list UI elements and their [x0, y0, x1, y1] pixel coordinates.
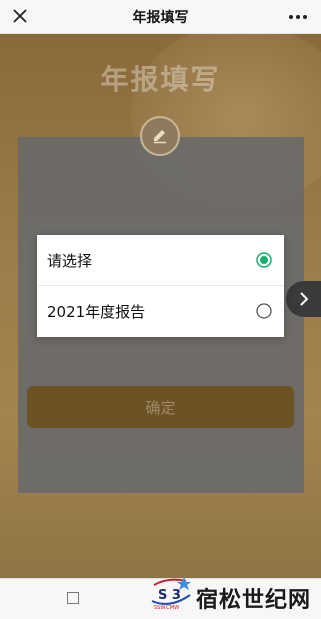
top-nav-bar: 年报填写	[0, 0, 321, 34]
next-button[interactable]	[286, 281, 321, 317]
option-label: 2021年度报告	[47, 303, 146, 321]
chevron-right-icon	[299, 292, 308, 306]
radio-selected-icon[interactable]	[256, 252, 272, 268]
radio-unselected-icon[interactable]	[256, 303, 272, 319]
confirm-button[interactable]: 确定	[27, 386, 294, 428]
option-label: 请选择	[47, 251, 93, 270]
edit-icon-badge	[140, 116, 180, 156]
option-2021-report[interactable]: 2021年度报告	[37, 286, 284, 337]
logo-letters: S 3	[158, 588, 181, 603]
hero-title: 年报填写	[100, 63, 221, 96]
square-icon[interactable]	[67, 592, 79, 604]
option-please-select[interactable]: 请选择	[37, 235, 284, 286]
page-title: 年报填写	[132, 10, 189, 26]
logo-caption: SSW.CMW	[154, 605, 179, 611]
report-select-dialog: 请选择 2021年度报告	[37, 235, 284, 337]
site-logo: S 3 SSW.CMW	[151, 577, 191, 611]
pencil-icon	[154, 130, 166, 144]
watermark-text: 宿松世纪网	[196, 588, 312, 613]
more-icon[interactable]	[287, 9, 309, 25]
